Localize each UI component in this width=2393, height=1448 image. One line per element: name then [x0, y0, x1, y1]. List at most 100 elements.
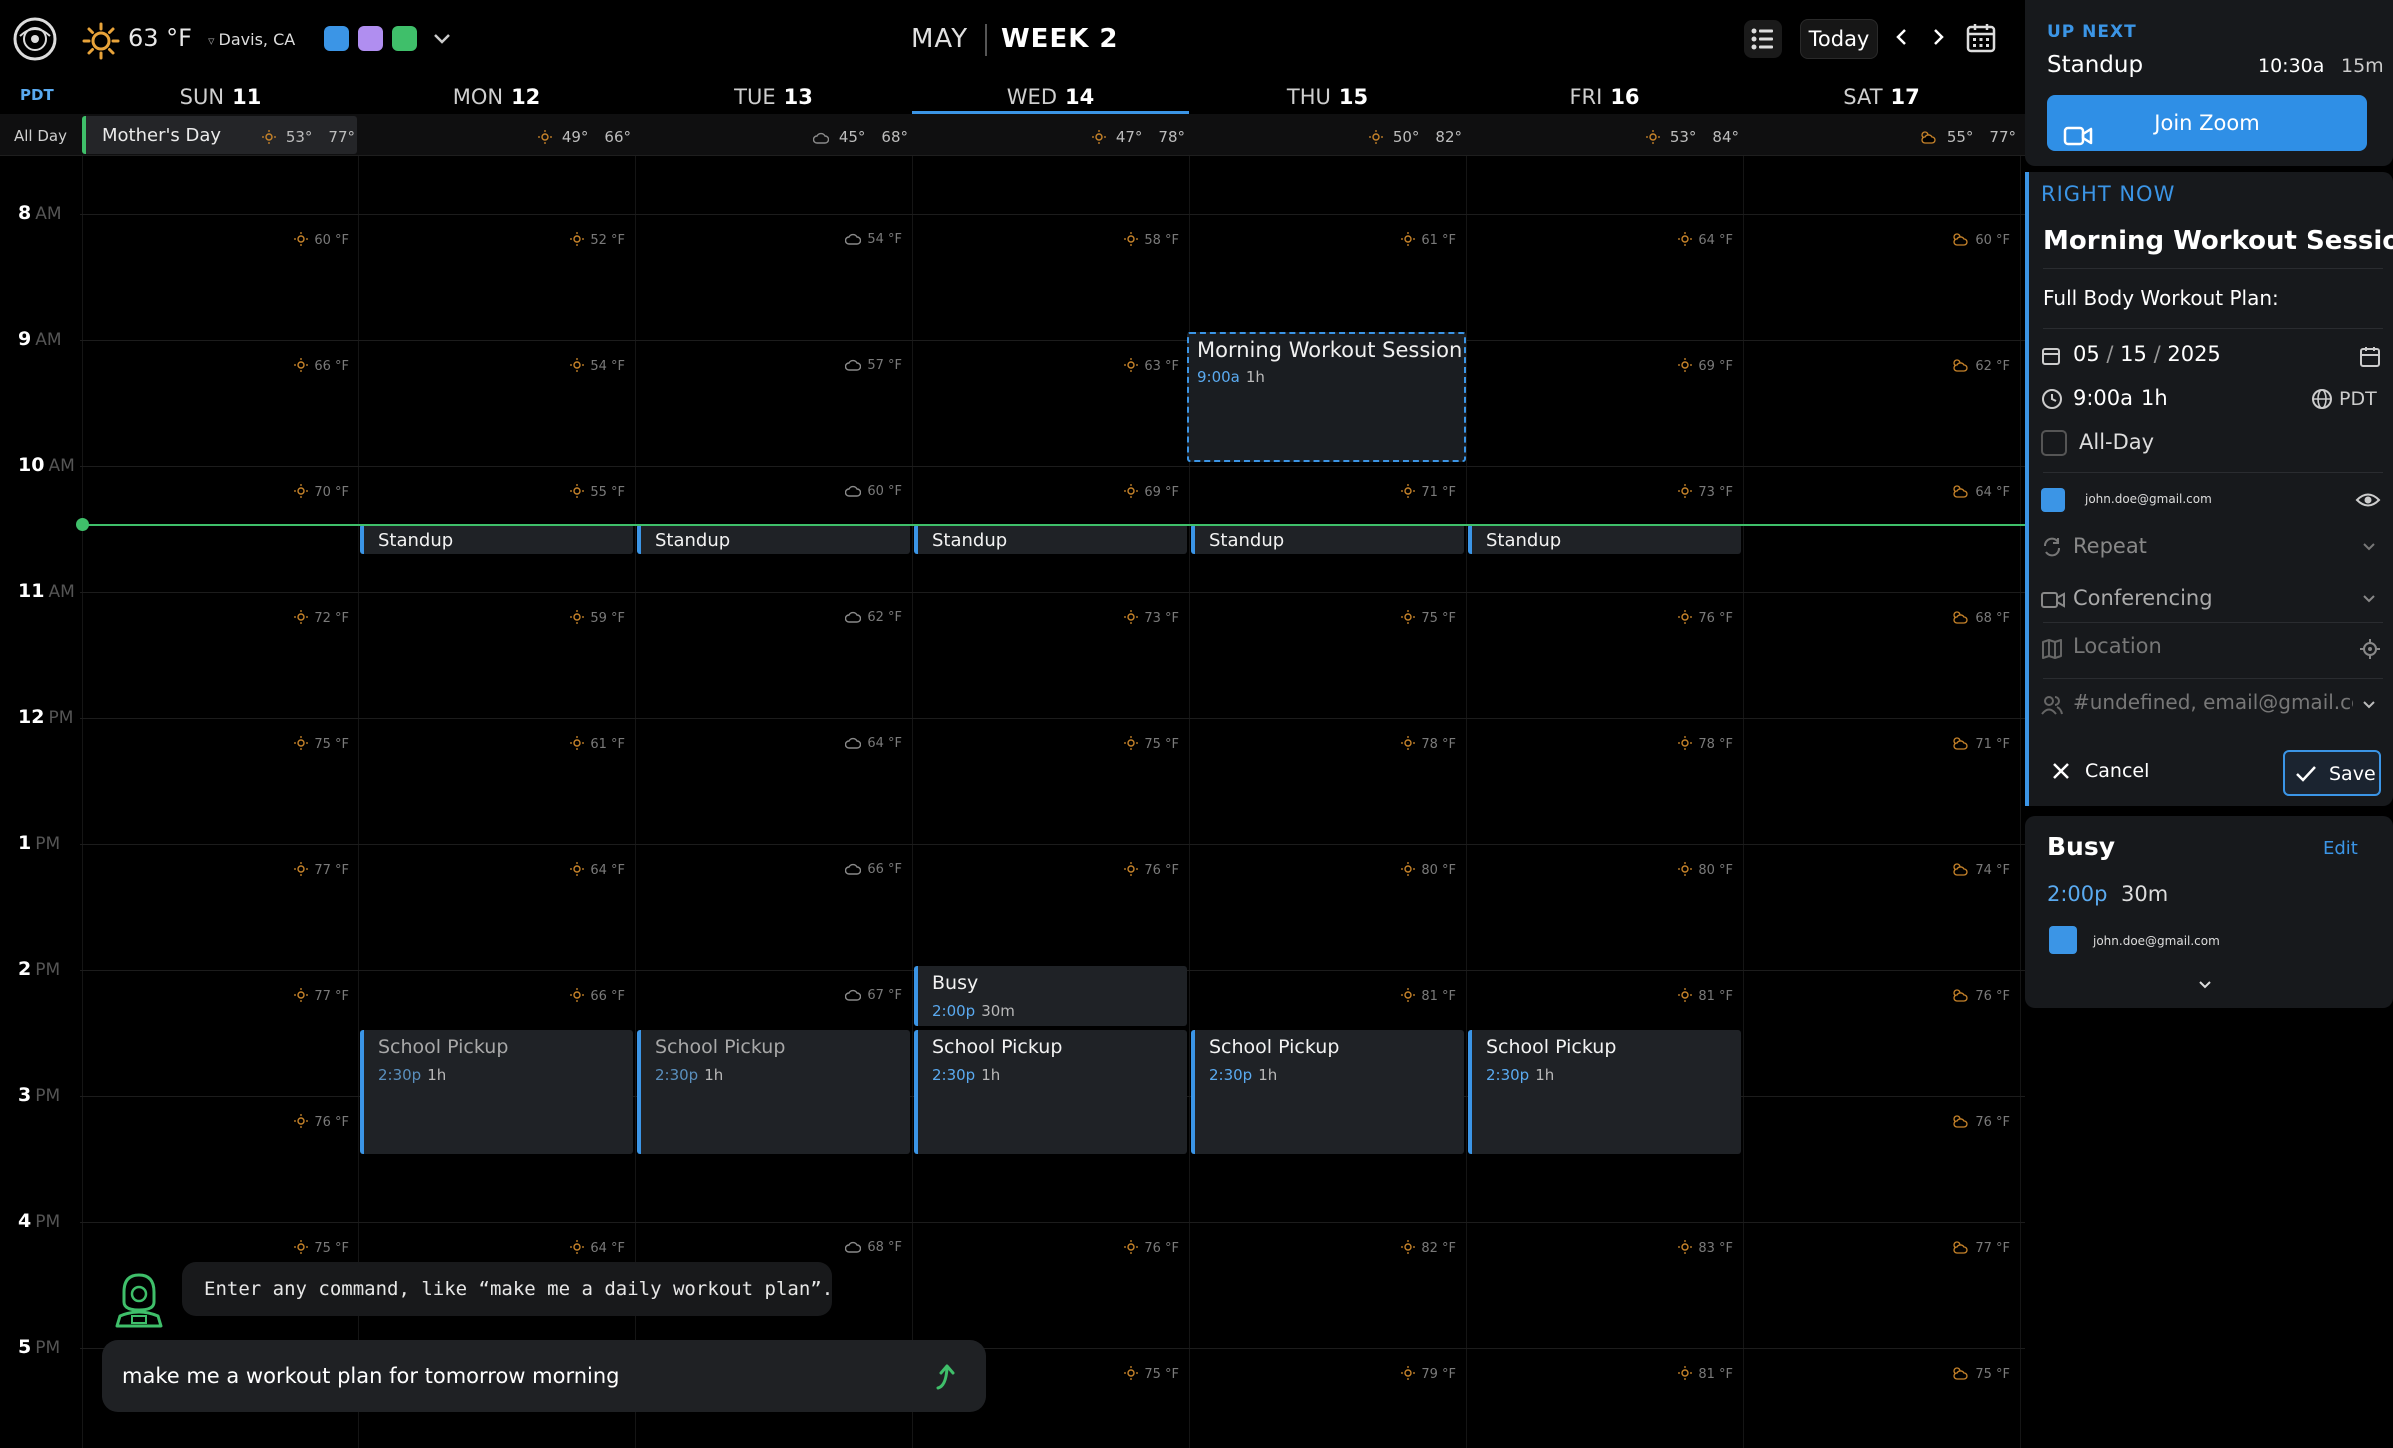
- hourly-temperature: 77 °F: [229, 988, 349, 1006]
- app-logo-icon[interactable]: [12, 16, 58, 62]
- event-time: 2:00p 30m: [932, 1002, 1015, 1020]
- calendar-color-purple[interactable]: [358, 26, 383, 51]
- eye-icon[interactable]: [2355, 490, 2381, 510]
- event-busy[interactable]: Busy 2:00p 30m: [914, 966, 1187, 1026]
- day-header-sat[interactable]: SAT 17: [1743, 80, 2020, 114]
- day-header-fri[interactable]: FRI 16: [1466, 80, 1743, 114]
- event-standup[interactable]: Standup: [360, 524, 633, 554]
- event-standup[interactable]: Standup: [1468, 524, 1741, 554]
- cloud-icon: [845, 1241, 862, 1257]
- grid-column-line: [358, 156, 359, 1448]
- sun-icon: [1124, 1366, 1139, 1384]
- list-view-icon[interactable]: [1744, 20, 1782, 58]
- edit-button[interactable]: Edit: [2323, 838, 2358, 859]
- event-school-pickup[interactable]: School Pickup 2:30p 1h: [914, 1030, 1187, 1154]
- hourly-temperature: 64 °F: [1613, 232, 1733, 250]
- grid-column-line: [1743, 156, 1744, 1448]
- sun-icon: [1678, 862, 1693, 880]
- calendar-icon[interactable]: [1966, 22, 1996, 54]
- event-school-pickup[interactable]: School Pickup 2:30p 1h: [1468, 1030, 1741, 1154]
- hourly-temperature: 61 °F: [505, 736, 625, 754]
- partly-cloudy-icon: [1951, 988, 1969, 1006]
- event-school-pickup[interactable]: School Pickup 2:30p 1h: [1191, 1030, 1464, 1154]
- right-now-label: RIGHT NOW: [2041, 182, 2176, 206]
- event-busy-card[interactable]: Busy Edit 2:00p 30m john.doe@gmail.com: [2025, 816, 2393, 1008]
- timezone-selector[interactable]: PDT: [2339, 388, 2377, 410]
- grid-hour-line: [80, 214, 2025, 215]
- location-label[interactable]: ▿ Davis, CA: [208, 30, 295, 49]
- divider: [2043, 328, 2383, 329]
- chevron-down-icon[interactable]: [430, 26, 454, 50]
- event-school-pickup[interactable]: School Pickup 2:30p 1h: [360, 1030, 633, 1154]
- chevron-down-icon[interactable]: [2361, 590, 2377, 606]
- attendees-input[interactable]: #undefined, email@gmail.com: [2073, 690, 2353, 714]
- chevron-down-icon[interactable]: [2361, 696, 2377, 712]
- all-day-checkbox[interactable]: [2041, 430, 2067, 456]
- busy-card-email: john.doe@gmail.com: [2093, 934, 2220, 948]
- cloud-icon: [845, 611, 862, 627]
- event-title: Standup: [932, 530, 1008, 551]
- checkmark-icon: [2295, 764, 2317, 784]
- hourly-temperature: 67 °F: [782, 988, 902, 1005]
- sun-icon: [1401, 610, 1416, 628]
- sun-icon: [1124, 484, 1139, 502]
- today-button[interactable]: Today: [1800, 19, 1878, 59]
- cancel-button[interactable]: Cancel: [2041, 750, 2149, 792]
- event-time-field[interactable]: 9:00a: [2073, 386, 2133, 410]
- sun-icon: [1124, 358, 1139, 376]
- event-description-input[interactable]: Full Body Workout Plan:: [2043, 286, 2279, 310]
- event-title-input[interactable]: Morning Workout Session: [2043, 226, 2393, 256]
- all-day-label: All Day: [14, 127, 67, 145]
- location-input[interactable]: Location: [2073, 634, 2162, 658]
- hourly-temperature: 76 °F: [1059, 1240, 1179, 1258]
- save-button[interactable]: Save: [2283, 750, 2381, 796]
- event-school-pickup[interactable]: School Pickup 2:30p 1h: [637, 1030, 910, 1154]
- chevron-right-icon[interactable]: [1928, 24, 1948, 50]
- event-title: Mother's Day: [102, 125, 222, 146]
- event-date-field[interactable]: 05 / 15 / 2025: [2073, 342, 2221, 366]
- calendar-color-blue[interactable]: [324, 26, 349, 51]
- event-duration-field[interactable]: 1h: [2141, 386, 2168, 410]
- locate-icon[interactable]: [2359, 638, 2381, 660]
- hourly-temperature: 81 °F: [1613, 988, 1733, 1006]
- chevron-down-icon[interactable]: [2361, 538, 2377, 554]
- calendar-color-green[interactable]: [392, 26, 417, 51]
- day-header-sun[interactable]: SUN 11: [82, 80, 359, 114]
- day-header-tue[interactable]: TUE 13: [635, 80, 912, 114]
- day-header-wed[interactable]: WED 14: [912, 80, 1189, 114]
- sun-icon: [570, 862, 585, 880]
- event-time: 9:00a 1h: [1197, 368, 1265, 386]
- sun-icon: [1678, 1366, 1693, 1384]
- command-input-box[interactable]: [102, 1340, 986, 1412]
- day-header-thu[interactable]: THU 15: [1189, 80, 1466, 114]
- partly-cloudy-icon: [1951, 232, 1969, 250]
- calendar-color-swatch[interactable]: [2041, 488, 2065, 512]
- command-input[interactable]: [122, 1358, 902, 1394]
- event-standup[interactable]: Standup: [637, 524, 910, 554]
- partly-cloudy-icon: [1951, 862, 1969, 880]
- event-standup[interactable]: Standup: [1191, 524, 1464, 554]
- cloud-icon: [845, 863, 862, 879]
- event-standup[interactable]: Standup: [914, 524, 1187, 554]
- event-title: School Pickup: [378, 1036, 509, 1058]
- divider: [2043, 622, 2383, 623]
- repeat-dropdown[interactable]: Repeat: [2073, 534, 2147, 558]
- join-zoom-button[interactable]: Join Zoom: [2047, 95, 2367, 151]
- chevron-down-icon[interactable]: [2197, 976, 2213, 992]
- conferencing-dropdown[interactable]: Conferencing: [2073, 586, 2213, 610]
- hourly-temperature: 62 °F: [1890, 358, 2010, 376]
- day-header-mon[interactable]: MON 12: [358, 80, 635, 114]
- date-picker-icon[interactable]: [2359, 346, 2381, 368]
- hour-label: 4 PM: [18, 1210, 61, 1232]
- hourly-temperature: 75 °F: [1059, 1366, 1179, 1384]
- event-time: 2:30p 1h: [378, 1066, 447, 1084]
- day-weather-mon: 49° 66°: [491, 128, 631, 148]
- sun-icon: [1401, 1366, 1416, 1384]
- event-title: Standup: [378, 530, 454, 551]
- chevron-left-icon[interactable]: [1892, 24, 1912, 50]
- event-morning-workout-draft[interactable]: Morning Workout Session 9:00a 1h: [1187, 332, 1466, 462]
- send-arrow-icon[interactable]: [932, 1360, 962, 1392]
- calendar-email[interactable]: john.doe@gmail.com: [2085, 492, 2212, 506]
- sun-icon: [1678, 988, 1693, 1006]
- hourly-temperature: 66 °F: [782, 862, 902, 879]
